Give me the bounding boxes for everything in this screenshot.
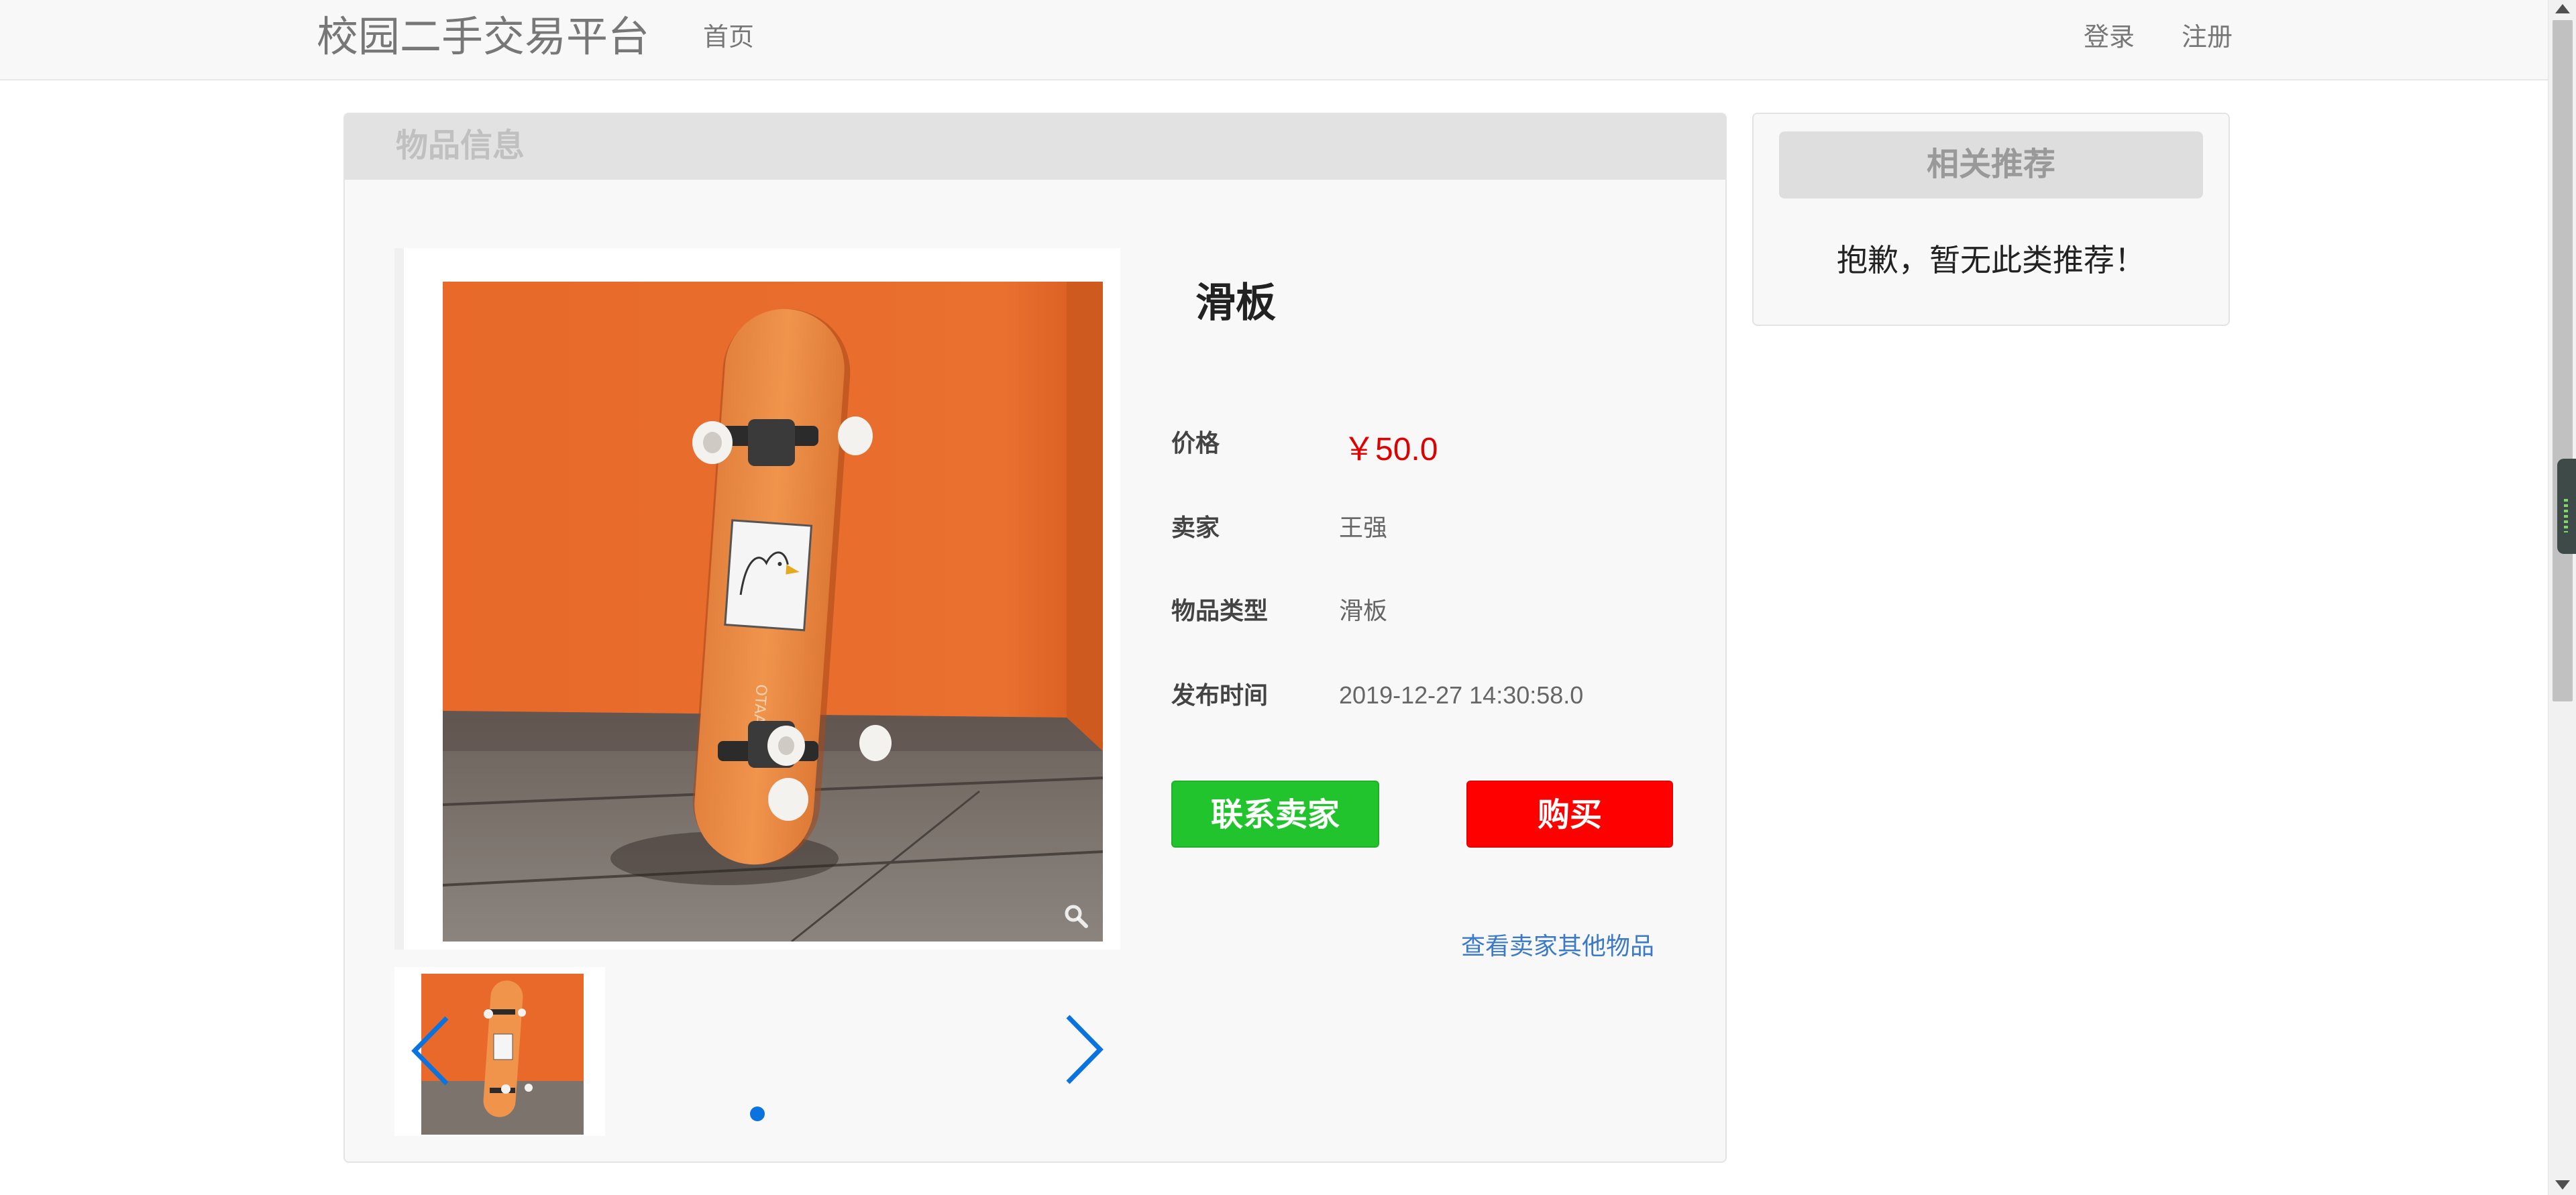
- top-navbar: 校园二手交易平台 首页 登录 注册: [0, 0, 2548, 80]
- scroll-up-arrow-icon[interactable]: [2555, 4, 2570, 13]
- recommendation-empty-message: 抱歉，暂无此类推荐！: [1837, 243, 2145, 278]
- signal-bars-icon: [2564, 499, 2568, 532]
- item-name: 滑板: [1195, 280, 1276, 325]
- nav-register-link[interactable]: 注册: [2182, 21, 2233, 54]
- panel-title: 物品信息: [396, 128, 525, 164]
- product-image[interactable]: OTAAKANO: [443, 282, 1103, 942]
- skateboard-photo: OTAAKANO: [443, 282, 1103, 942]
- scrollbar-thumb[interactable]: [2553, 20, 2573, 701]
- carousel-indicator-dot[interactable]: [750, 1106, 765, 1121]
- brand-link[interactable]: 校园二手交易平台: [317, 12, 649, 63]
- seller-other-items-link[interactable]: 查看卖家其他物品: [1461, 931, 1654, 962]
- price-label: 价格: [1171, 429, 1220, 457]
- type-value: 滑板: [1339, 597, 1388, 624]
- seller-value: 王强: [1339, 514, 1388, 541]
- price-value: ￥50.0: [1343, 432, 1438, 467]
- panel-heading: 物品信息: [345, 114, 1725, 180]
- nav-home-link[interactable]: 首页: [703, 21, 754, 54]
- page-scrollbar[interactable]: [2548, 0, 2576, 1195]
- time-label: 发布时间: [1171, 681, 1269, 709]
- nav-login-link[interactable]: 登录: [2084, 21, 2135, 54]
- chevron-left-icon[interactable]: [408, 1014, 455, 1088]
- buy-button[interactable]: 购买: [1466, 781, 1673, 848]
- seller-label: 卖家: [1171, 514, 1220, 541]
- magnifier-icon[interactable]: [1063, 903, 1089, 929]
- side-widget-tab[interactable]: [2557, 459, 2576, 554]
- chevron-right-icon[interactable]: [1060, 1013, 1107, 1086]
- time-value: 2019-12-27 14:30:58.0: [1339, 681, 1584, 709]
- contact-seller-button[interactable]: 联系卖家: [1171, 781, 1379, 848]
- scroll-down-arrow-icon[interactable]: [2555, 1180, 2570, 1190]
- recommendation-panel: 相关推荐 抱歉，暂无此类推荐！: [1752, 113, 2230, 326]
- recommendation-heading: 相关推荐: [1779, 131, 2203, 198]
- type-label: 物品类型: [1171, 597, 1269, 624]
